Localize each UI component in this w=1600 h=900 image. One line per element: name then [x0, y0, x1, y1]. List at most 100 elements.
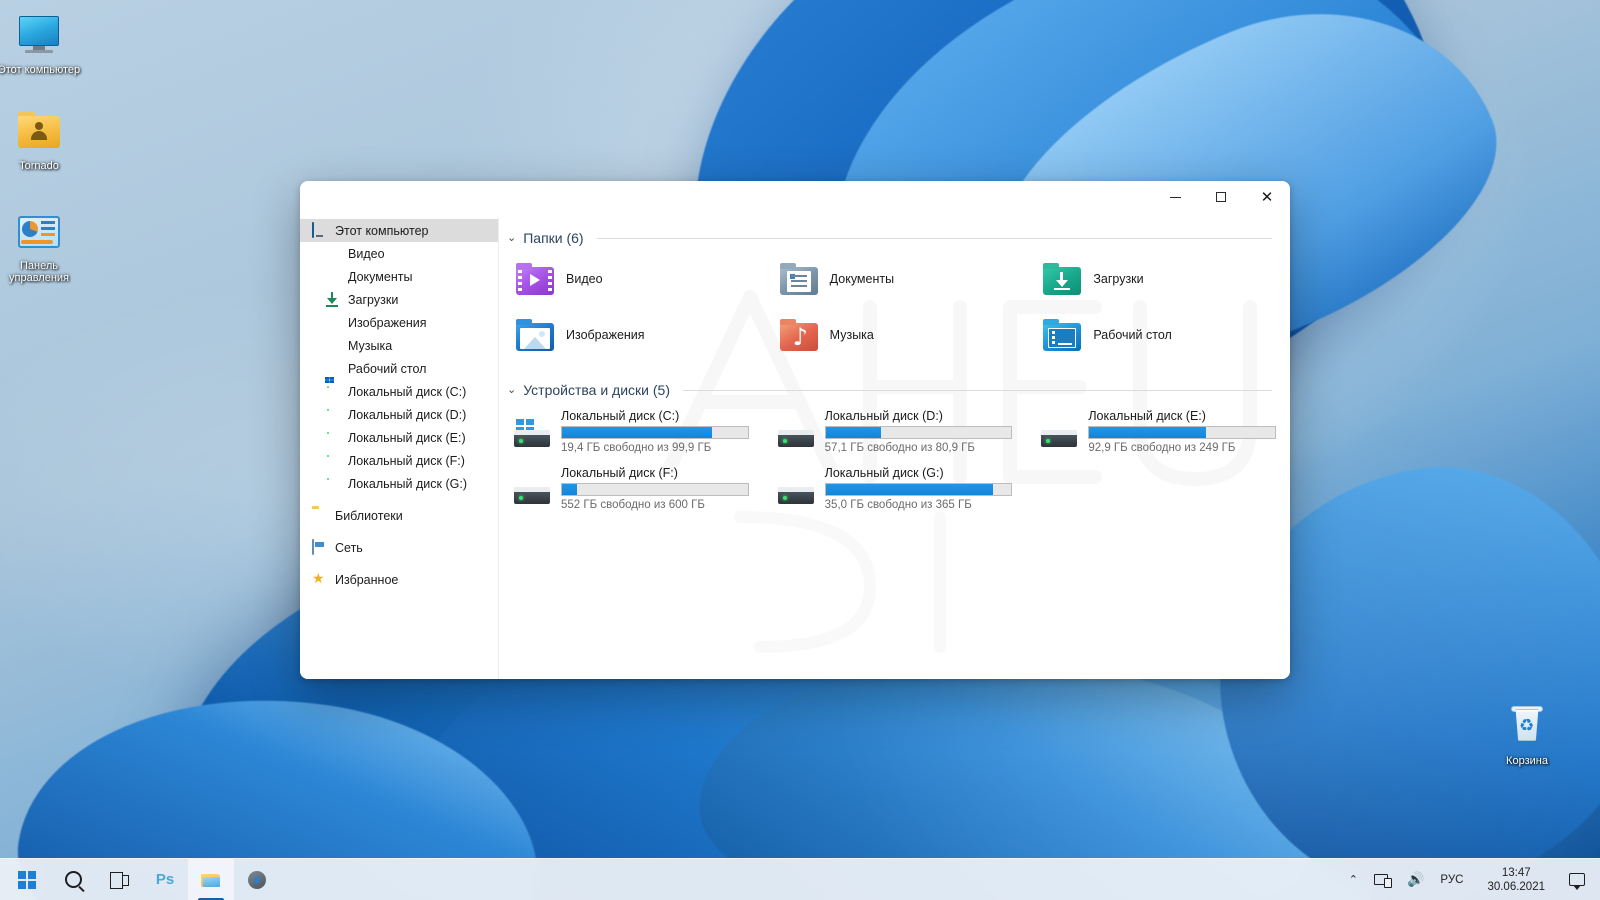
desktop-icon-label: Tornado [19, 160, 59, 172]
network-button[interactable] [1367, 859, 1398, 900]
drive-tile-c[interactable]: Локальный диск (C:) 19,4 ГБ свободно из … [499, 403, 763, 460]
desktop-icon-control-panel[interactable]: Панель управления [0, 208, 81, 284]
drive-free-space: 19,4 ГБ свободно из 99,9 ГБ [561, 442, 712, 454]
sidebar-item-drive-c[interactable]: Локальный диск (C:) [300, 380, 498, 403]
sidebar-item-network[interactable]: Сеть [300, 536, 498, 559]
desktop-icon-recycle-bin[interactable]: ♻ Корзина [1485, 703, 1569, 767]
drive-usage-bar [561, 483, 749, 496]
drive-usage-bar [824, 483, 1013, 496]
section-header-drives[interactable]: ⌄ Устройства и диски (5) [499, 377, 1290, 403]
maximize-button[interactable] [1198, 181, 1244, 213]
drive-usage-fill [825, 427, 882, 438]
folder-tile-documents[interactable]: Документы [763, 251, 1027, 307]
sidebar-item-documents[interactable]: Документы [300, 265, 498, 288]
section-header-folders[interactable]: ⌄ Папки (6) [499, 225, 1290, 251]
close-button[interactable]: ✕ [1244, 181, 1290, 213]
notifications-button[interactable] [1562, 859, 1592, 900]
desktop-icon-tornado[interactable]: Tornado [0, 108, 81, 172]
drive-name: Локальный диск (D:) [824, 409, 943, 423]
search-icon [64, 871, 82, 888]
sidebar-item-drive-e[interactable]: Локальный диск (E:) [300, 426, 498, 449]
task-view-icon [109, 872, 129, 889]
music-icon [325, 338, 341, 354]
drive-usage-fill [1089, 427, 1207, 438]
desktop-icon [325, 361, 341, 377]
drive-tile-e[interactable]: Локальный диск (E:) 92,9 ГБ свободно из … [1026, 403, 1290, 460]
sidebar-item-libraries[interactable]: Библиотеки [300, 504, 498, 527]
desktop-folder-icon [1043, 319, 1082, 351]
network-tray-icon [1373, 873, 1392, 888]
drive-free-space: 552 ГБ свободно из 600 ГБ [561, 499, 705, 511]
volume-button[interactable]: 🔊 [1400, 859, 1431, 900]
sidebar-item-label: Локальный диск (D:) [348, 407, 467, 422]
folder-label: Загрузки [1093, 272, 1144, 286]
navigation-pane[interactable]: Этот компьютер Видео Документы Загрузки [300, 217, 498, 679]
clock-date: 30.06.2021 [1487, 880, 1545, 893]
music-folder-icon: ♪ [779, 319, 818, 351]
downloads-icon [325, 292, 341, 308]
drive-icon [776, 419, 816, 451]
sidebar-item-favorites[interactable]: ★ Избранное [300, 568, 498, 591]
window-body: Этот компьютер Видео Документы Загрузки [300, 217, 1290, 679]
maximize-icon [1216, 192, 1226, 202]
videos-icon [325, 246, 341, 262]
folder-tile-desktop[interactable]: Рабочий стол [1026, 307, 1290, 363]
app-button[interactable] [234, 859, 280, 900]
drive-usage-bar [824, 426, 1013, 439]
chevron-down-icon[interactable]: ⌄ [507, 383, 516, 396]
sidebar-item-music[interactable]: Музыка [300, 334, 498, 357]
sidebar-item-label: Видео [348, 246, 385, 261]
sidebar-item-label: Локальный диск (E:) [348, 430, 466, 445]
sidebar-item-drive-f[interactable]: Локальный диск (F:) [300, 449, 498, 472]
content-pane[interactable]: ⌄ Папки (6) Видео Документы Загрузки Изо… [498, 217, 1290, 679]
task-view-button[interactable] [96, 859, 142, 900]
chevron-up-icon: ⌃ [1348, 873, 1358, 886]
sidebar-item-label: Загрузки [348, 292, 399, 307]
control-panel-icon [15, 208, 63, 256]
drive-tile-g[interactable]: Локальный диск (G:) 35,0 ГБ свободно из … [763, 460, 1027, 517]
folder-tile-downloads[interactable]: Загрузки [1026, 251, 1290, 307]
tray-overflow-button[interactable]: ⌃ [1342, 859, 1365, 900]
folder-tile-music[interactable]: ♪ Музыка [763, 307, 1027, 363]
folder-label: Документы [829, 272, 895, 286]
chevron-down-icon[interactable]: ⌄ [507, 231, 516, 244]
sidebar-item-drive-g[interactable]: Локальный диск (G:) [300, 472, 498, 495]
sidebar-item-label: Этот компьютер [335, 223, 429, 238]
this-pc-icon [312, 221, 328, 239]
search-button[interactable] [50, 859, 96, 900]
sidebar-item-label: Рабочий стол [348, 361, 427, 376]
photoshop-icon: Ps [155, 871, 175, 888]
minimize-button[interactable] [1152, 181, 1198, 213]
drive-usage-fill [562, 484, 577, 495]
folder-label: Изображения [566, 328, 645, 342]
language-indicator: РУС [1440, 873, 1464, 886]
section-divider [683, 389, 1272, 391]
sidebar-item-pictures[interactable]: Изображения [300, 311, 498, 334]
folder-label: Видео [566, 272, 603, 286]
sidebar-item-label: Сеть [335, 540, 363, 555]
recycle-bin-icon: ♻ [1503, 703, 1551, 751]
language-button[interactable]: РУС [1433, 859, 1470, 900]
sidebar-item-label: Изображения [348, 315, 427, 330]
sidebar-item-videos[interactable]: Видео [300, 242, 498, 265]
folder-tile-videos[interactable]: Видео [499, 251, 763, 307]
desktop: Этот компьютер Tornado Панель управления… [0, 0, 1600, 900]
sidebar-item-this-pc[interactable]: Этот компьютер [300, 219, 498, 242]
sidebar-item-downloads[interactable]: Загрузки [300, 288, 498, 311]
section-title: Устройства и диски (5) [523, 382, 670, 398]
sidebar-item-drive-d[interactable]: Локальный диск (D:) [300, 403, 498, 426]
desktop-icon-this-pc[interactable]: Этот компьютер [0, 12, 81, 76]
drive-tile-d[interactable]: Локальный диск (D:) 57,1 ГБ свободно из … [763, 403, 1027, 460]
pictures-folder-icon [516, 319, 554, 351]
clock-button[interactable]: 13:47 30.06.2021 [1472, 859, 1560, 900]
photoshop-button[interactable]: Ps [142, 859, 188, 900]
file-explorer-button[interactable] [188, 858, 234, 900]
drive-usage-fill [562, 427, 713, 438]
drive-icon [325, 407, 341, 423]
drive-tile-f[interactable]: Локальный диск (F:) 552 ГБ свободно из 6… [499, 460, 763, 517]
start-button[interactable] [4, 859, 50, 900]
folder-tile-pictures[interactable]: Изображения [499, 307, 763, 363]
